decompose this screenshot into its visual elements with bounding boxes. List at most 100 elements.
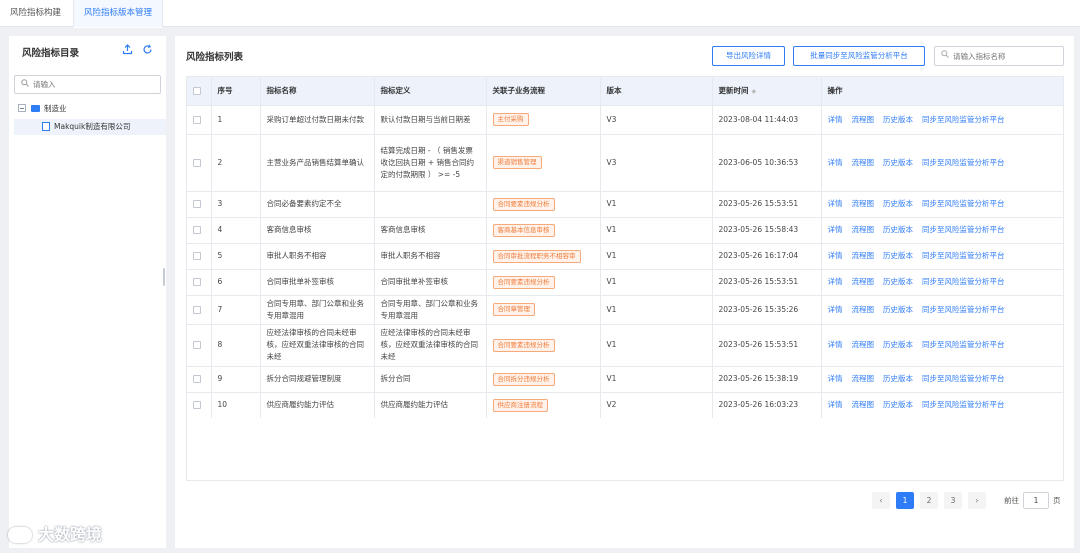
sync-platform-link[interactable]: 同步至风险监管分析平台 [922,277,1005,286]
refresh-icon[interactable] [141,44,153,56]
sync-platform-link[interactable]: 同步至风险监管分析平台 [922,225,1005,234]
tree-node-label: Makquik制造有限公司 [54,122,131,131]
table-row[interactable]: 7 合同专用章、部门公章和业务专用章混用 合同专用章、部门公章和业务专用章混用 合同章… [187,294,1063,324]
page-button[interactable]: 1 [896,492,914,509]
goto-page-input[interactable]: 1 [1023,492,1049,509]
row-checkbox[interactable] [193,226,201,234]
table-row[interactable]: 4 客商信息审核 客商信息审核 客商基本信息审核 V1 2023-05-26 15:58:… [187,216,1063,243]
next-page-button[interactable]: › [968,492,986,509]
detail-link[interactable]: 详情 [828,340,843,349]
prev-page-button[interactable]: ‹ [872,492,890,509]
table-row[interactable]: 9 拆分合同规避管理制度 拆分合同 合同拆分违规分析 V1 2023-05-26 15:3… [187,365,1063,392]
column-header: 版本 [600,77,713,105]
cell-actions: 详情 流程图 历史版本 同步至风险监管分析平台 [821,391,1063,418]
detail-link[interactable]: 详情 [828,199,843,208]
splitter-handle[interactable] [163,268,165,286]
flowchart-link[interactable]: 流程图 [852,251,875,260]
history-version-link[interactable]: 历史版本 [883,374,913,383]
table-row[interactable]: 8 应经法律审核的合同未经审核，应经双重法律审核的合同未经 应经法律审核的合同未经审… [187,323,1063,366]
history-version-link[interactable]: 历史版本 [883,251,913,260]
flowchart-link[interactable]: 流程图 [852,225,875,234]
detail-link[interactable]: 详情 [828,225,843,234]
search-icon [21,79,29,89]
table-row[interactable]: 2 主营业务产品销售结算单确认 结算完成日期 - （ 销售发票收讫回执日期 + 销售… [187,133,1063,191]
cell-version: V1 [600,190,713,217]
column-header-update-time[interactable]: 更新时间 ◆ [712,77,822,105]
batch-sync-button[interactable]: 批量同步至风险监管分析平台 [793,46,925,66]
cell-process: 合同审批流程职务不相容审 [486,242,601,269]
table-row[interactable]: 6 合同审批单补签审核 合同审批单补签审核 合同要素违规分析 V1 2023-05-26 … [187,268,1063,295]
row-checkbox[interactable] [193,252,201,260]
detail-link[interactable]: 详情 [828,305,843,314]
table-row[interactable]: 1 采购订单超过付款日期未付款 默认付款日期与当前日期差 主付采购 V3 2023-08-… [187,104,1063,134]
page-button[interactable]: 2 [920,492,938,509]
history-version-link[interactable]: 历史版本 [883,340,913,349]
row-checkbox[interactable] [193,341,201,349]
sync-platform-link[interactable]: 同步至风险监管分析平台 [922,115,1005,124]
sync-platform-link[interactable]: 同步至风险监管分析平台 [922,199,1005,208]
history-version-link[interactable]: 历史版本 [883,277,913,286]
cell-process: 合同要素违规分析 [486,268,601,295]
flowchart-link[interactable]: 流程图 [852,400,875,409]
sync-platform-link[interactable]: 同步至风险监管分析平台 [922,305,1005,314]
watermark: 大数跨境 [8,521,102,545]
upload-icon[interactable] [121,44,133,56]
sort-icon[interactable]: ◆ [752,88,757,95]
flowchart-link[interactable]: 流程图 [852,374,875,383]
tab-risk-indicator-build[interactable]: 风险指标构建 [0,0,71,27]
tree-node-makquik[interactable]: Makquik制造有限公司 [14,119,166,135]
detail-link[interactable]: 详情 [828,251,843,260]
history-version-link[interactable]: 历史版本 [883,225,913,234]
indicator-search-input[interactable] [953,50,1058,62]
row-checkbox[interactable] [193,158,201,167]
history-version-link[interactable]: 历史版本 [883,400,913,409]
sync-platform-link[interactable]: 同步至风险监管分析平台 [922,251,1005,260]
cell-name: 合同专用章、部门公章和业务专用章混用 [260,294,375,324]
flowchart-link[interactable]: 流程图 [852,199,875,208]
flowchart-link[interactable]: 流程图 [852,305,875,314]
table-row[interactable]: 5 审批人职务不相容 审批人职务不相容 合同审批流程职务不相容审 V1 2023-05-2… [187,242,1063,269]
sidebar-search[interactable] [14,75,161,94]
flowchart-link[interactable]: 流程图 [852,115,875,124]
table-row[interactable]: 3 合同必备要素约定不全 合同要素违规分析 V1 2023-05-26 15:53:51… [187,190,1063,217]
checkbox-cell [187,294,212,324]
cell-actions: 详情 流程图 历史版本 同步至风险监管分析平台 [821,268,1063,295]
row-checkbox[interactable] [193,115,201,124]
cell-update-time: 2023-08-04 11:44:03 [712,104,822,134]
sidebar-search-input[interactable] [33,78,153,91]
select-all-cell [187,77,212,105]
history-version-link[interactable]: 历史版本 [883,158,913,167]
flowchart-link[interactable]: 流程图 [852,158,875,167]
row-checkbox[interactable] [193,375,201,383]
row-checkbox[interactable] [193,305,201,314]
detail-link[interactable]: 详情 [828,115,843,124]
history-version-link[interactable]: 历史版本 [883,199,913,208]
indicator-search[interactable] [934,46,1064,66]
cell-no: 7 [211,294,261,324]
column-header: 关联子业务流程 [486,77,601,105]
history-version-link[interactable]: 历史版本 [883,305,913,314]
tree-node-manufacturing[interactable]: 制造业 [18,101,67,117]
sync-platform-link[interactable]: 同步至风险监管分析平台 [922,158,1005,167]
sync-platform-link[interactable]: 同步至风险监管分析平台 [922,340,1005,349]
row-checkbox[interactable] [193,200,201,208]
process-tag: 合同章管理 [492,303,535,316]
sync-platform-link[interactable]: 同步至风险监管分析平台 [922,374,1005,383]
sync-platform-link[interactable]: 同步至风险监管分析平台 [922,400,1005,409]
collapse-icon[interactable] [18,104,26,112]
detail-link[interactable]: 详情 [828,277,843,286]
flowchart-link[interactable]: 流程图 [852,340,875,349]
select-all-checkbox[interactable] [193,87,201,96]
history-version-link[interactable]: 历史版本 [883,115,913,124]
tab-risk-indicator-version[interactable]: 风险指标版本管理 [73,0,164,28]
detail-link[interactable]: 详情 [828,158,843,167]
row-checkbox[interactable] [193,401,201,410]
detail-link[interactable]: 详情 [828,374,843,383]
export-risk-details-button[interactable]: 导出风险详情 [712,46,785,66]
detail-link[interactable]: 详情 [828,400,843,409]
table-row[interactable]: 10 供应商履约能力评估 供应商履约能力评估 供应商注册流程 V2 2023-05-26 … [187,391,1063,418]
page-button[interactable]: 3 [944,492,962,509]
cell-no: 10 [211,391,261,418]
row-checkbox[interactable] [193,278,201,286]
flowchart-link[interactable]: 流程图 [852,277,875,286]
